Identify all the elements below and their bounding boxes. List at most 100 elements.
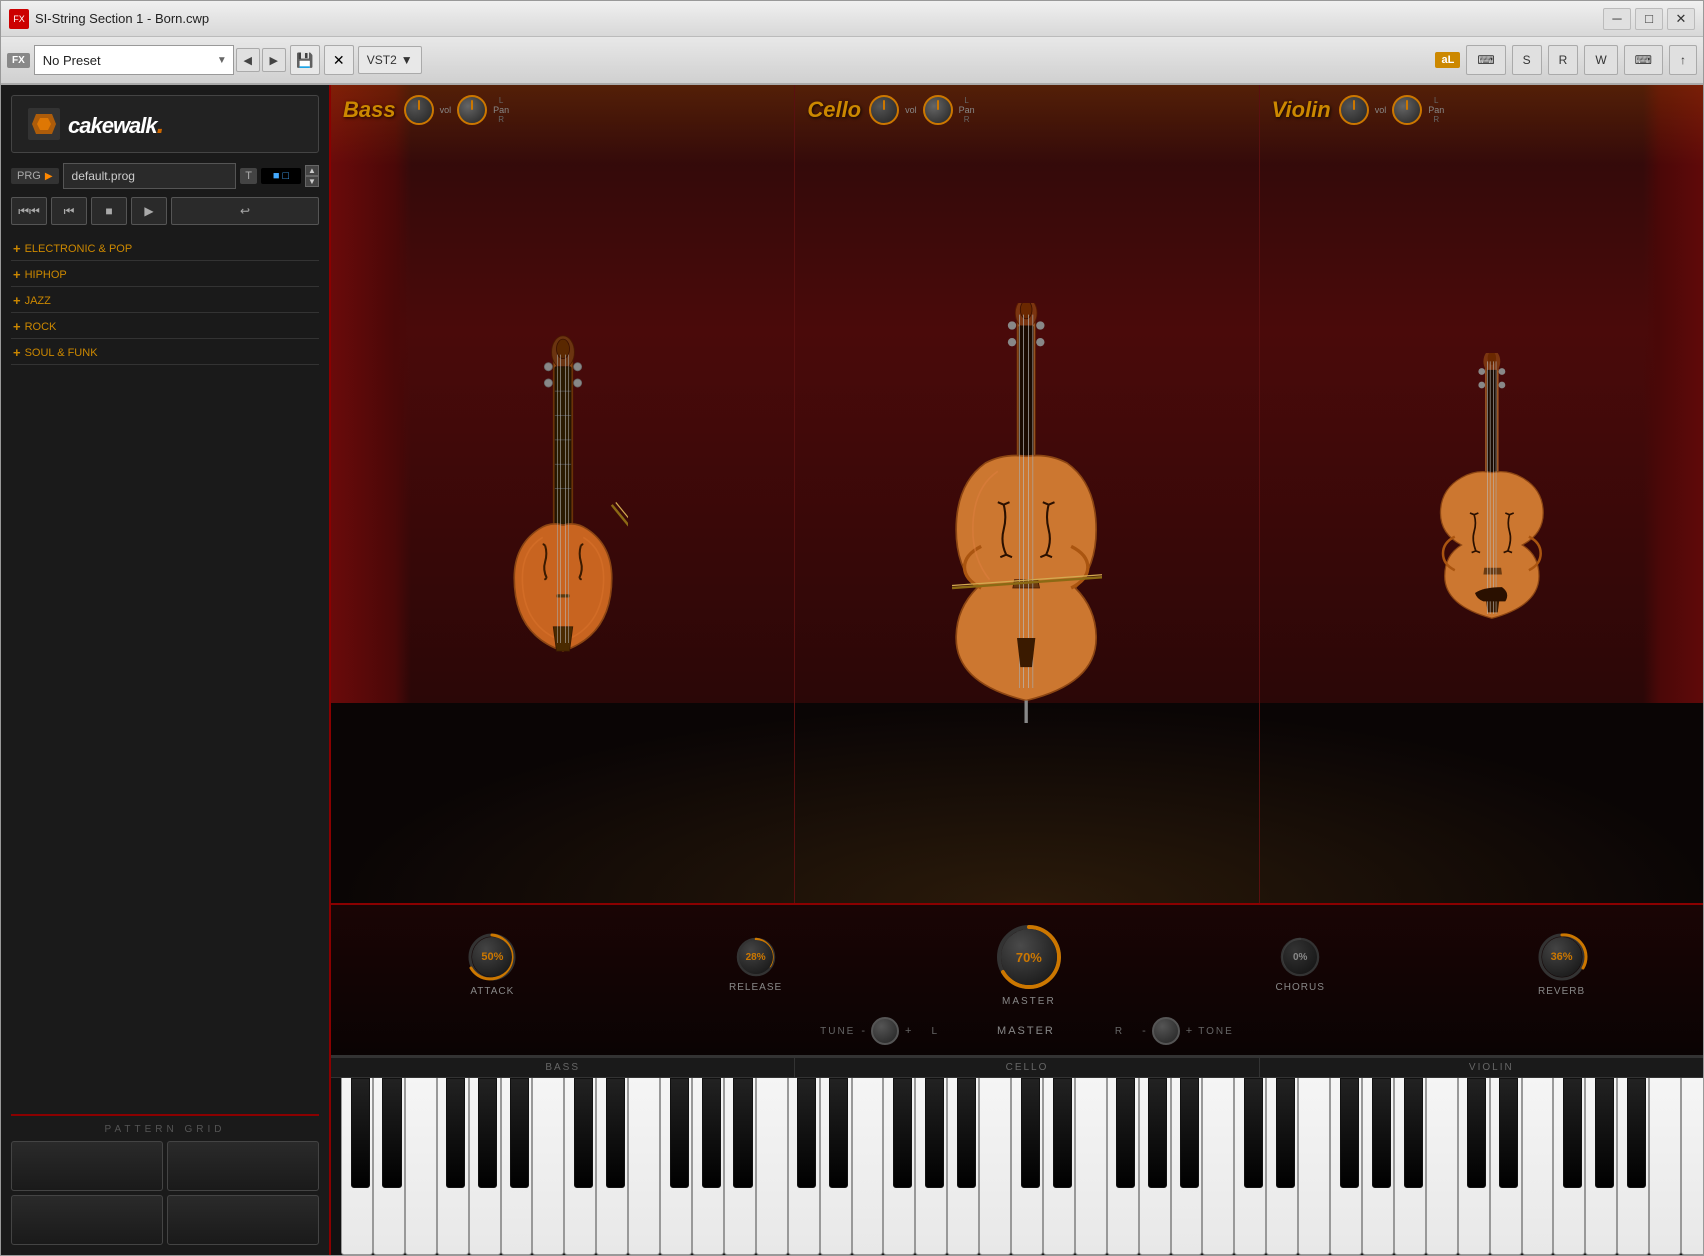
preset-next-button[interactable]: ▶ <box>262 48 286 72</box>
transport-play[interactable]: ▶ <box>131 197 167 225</box>
white-key[interactable] <box>1681 1078 1703 1255</box>
al-button[interactable]: aL <box>1435 52 1460 68</box>
white-key[interactable] <box>532 1078 564 1255</box>
black-key[interactable] <box>670 1078 689 1188</box>
violin-vol-knob[interactable] <box>1339 95 1369 125</box>
white-key[interactable] <box>628 1078 660 1255</box>
keyboard-icon-button[interactable]: ⌨ <box>1466 45 1505 75</box>
stepper-down[interactable]: ▼ <box>305 176 319 187</box>
white-key[interactable] <box>1649 1078 1681 1255</box>
master-knob[interactable]: 70% <box>1001 929 1057 985</box>
s-button[interactable]: S <box>1512 45 1542 75</box>
black-key[interactable] <box>446 1078 465 1188</box>
pattern-btn-3[interactable] <box>11 1195 163 1245</box>
prg-badge: PRG ▶ <box>11 168 59 184</box>
stepper-up[interactable]: ▲ <box>305 165 319 176</box>
close-button[interactable]: ✕ <box>1667 8 1695 30</box>
save-button[interactable]: 💾 <box>290 45 320 75</box>
category-jazz[interactable]: + JAZZ <box>11 289 319 313</box>
black-key[interactable] <box>925 1078 944 1188</box>
tune-knob[interactable] <box>871 1017 899 1045</box>
up-button[interactable]: ↑ <box>1669 45 1697 75</box>
black-key[interactable] <box>1180 1078 1199 1188</box>
black-key[interactable] <box>1467 1078 1486 1188</box>
black-key[interactable] <box>478 1078 497 1188</box>
black-key[interactable] <box>893 1078 912 1188</box>
num-display: ■ □ <box>261 168 301 184</box>
black-key[interactable] <box>797 1078 816 1188</box>
attack-group: 50% ATTACK <box>466 931 518 997</box>
midi-button[interactable]: ⌨ <box>1624 45 1663 75</box>
white-key[interactable] <box>979 1078 1011 1255</box>
black-key[interactable] <box>1563 1078 1582 1188</box>
pattern-btn-2[interactable] <box>167 1141 319 1191</box>
reverb-label: REVERB <box>1538 986 1585 997</box>
black-key[interactable] <box>1244 1078 1263 1188</box>
minimize-button[interactable]: ─ <box>1603 8 1631 30</box>
bass-vol-knob[interactable] <box>404 95 434 125</box>
r-button[interactable]: R <box>1548 45 1579 75</box>
black-key[interactable] <box>574 1078 593 1188</box>
bass-pan-knob[interactable] <box>457 95 487 125</box>
black-key[interactable] <box>1116 1078 1135 1188</box>
controls-row2: TUNE - + L MASTER R - <box>361 1017 1693 1045</box>
black-key[interactable] <box>1053 1078 1072 1188</box>
black-key[interactable] <box>1276 1078 1295 1188</box>
chorus-knob[interactable]: 0% <box>1283 940 1317 974</box>
w-button[interactable]: W <box>1584 45 1617 75</box>
tone-knob[interactable] <box>1152 1017 1180 1045</box>
delete-preset-button[interactable]: ✕ <box>324 45 354 75</box>
black-key[interactable] <box>957 1078 976 1188</box>
transport-rewind[interactable]: ⏮⏮ <box>11 197 47 225</box>
black-key[interactable] <box>1148 1078 1167 1188</box>
transport-loop[interactable]: ↩ <box>171 197 319 225</box>
preset-prev-button[interactable]: ◀ <box>236 48 260 72</box>
program-name[interactable]: default.prog <box>63 163 237 189</box>
violin-svg <box>1431 353 1551 673</box>
preset-dropdown[interactable]: No Preset <box>34 45 234 75</box>
tone-group: - + TONE <box>1142 1017 1234 1045</box>
instruments-grid: Bass vol L Pan R <box>331 85 1703 903</box>
release-knob[interactable]: 28% <box>739 940 773 974</box>
pattern-btn-1[interactable] <box>11 1141 163 1191</box>
black-key[interactable] <box>1595 1078 1614 1188</box>
white-key[interactable] <box>852 1078 884 1255</box>
violin-pan-knob[interactable] <box>1392 95 1422 125</box>
category-hiphop[interactable]: + HIPHOP <box>11 263 319 287</box>
pattern-btn-4[interactable] <box>167 1195 319 1245</box>
black-key[interactable] <box>1404 1078 1423 1188</box>
black-key[interactable] <box>1372 1078 1391 1188</box>
white-key[interactable] <box>1202 1078 1234 1255</box>
black-key[interactable] <box>382 1078 401 1188</box>
black-key[interactable] <box>1627 1078 1646 1188</box>
bass-controls: vol L Pan R <box>404 95 510 125</box>
black-key[interactable] <box>1021 1078 1040 1188</box>
category-rock[interactable]: + ROCK <box>11 315 319 339</box>
black-key[interactable] <box>606 1078 625 1188</box>
transport-stop[interactable]: ■ <box>91 197 127 225</box>
cello-vol-knob[interactable] <box>869 95 899 125</box>
white-key[interactable] <box>1298 1078 1330 1255</box>
maximize-button[interactable]: □ <box>1635 8 1663 30</box>
category-electronic[interactable]: + ELECTRONIC & POP <box>11 237 319 261</box>
white-key[interactable] <box>1075 1078 1107 1255</box>
white-key[interactable] <box>1522 1078 1554 1255</box>
black-key[interactable] <box>510 1078 529 1188</box>
black-key[interactable] <box>702 1078 721 1188</box>
black-key[interactable] <box>829 1078 848 1188</box>
white-key[interactable] <box>405 1078 437 1255</box>
vst-selector[interactable]: VST2 ▼ <box>358 46 422 74</box>
reverb-knob[interactable]: 36% <box>1542 937 1582 977</box>
white-key[interactable] <box>1426 1078 1458 1255</box>
instrument-panel: Bass vol L Pan R <box>331 85 1703 1255</box>
black-key[interactable] <box>733 1078 752 1188</box>
black-key[interactable] <box>351 1078 370 1188</box>
transport-back[interactable]: ⏮ <box>51 197 87 225</box>
piano-keys[interactable] <box>341 1078 1703 1255</box>
category-soul[interactable]: + SOUL & FUNK <box>11 341 319 365</box>
black-key[interactable] <box>1340 1078 1359 1188</box>
window-title: SI-String Section 1 - Born.cwp <box>35 11 1603 26</box>
cello-pan-knob[interactable] <box>923 95 953 125</box>
white-key[interactable] <box>756 1078 788 1255</box>
black-key[interactable] <box>1499 1078 1518 1188</box>
